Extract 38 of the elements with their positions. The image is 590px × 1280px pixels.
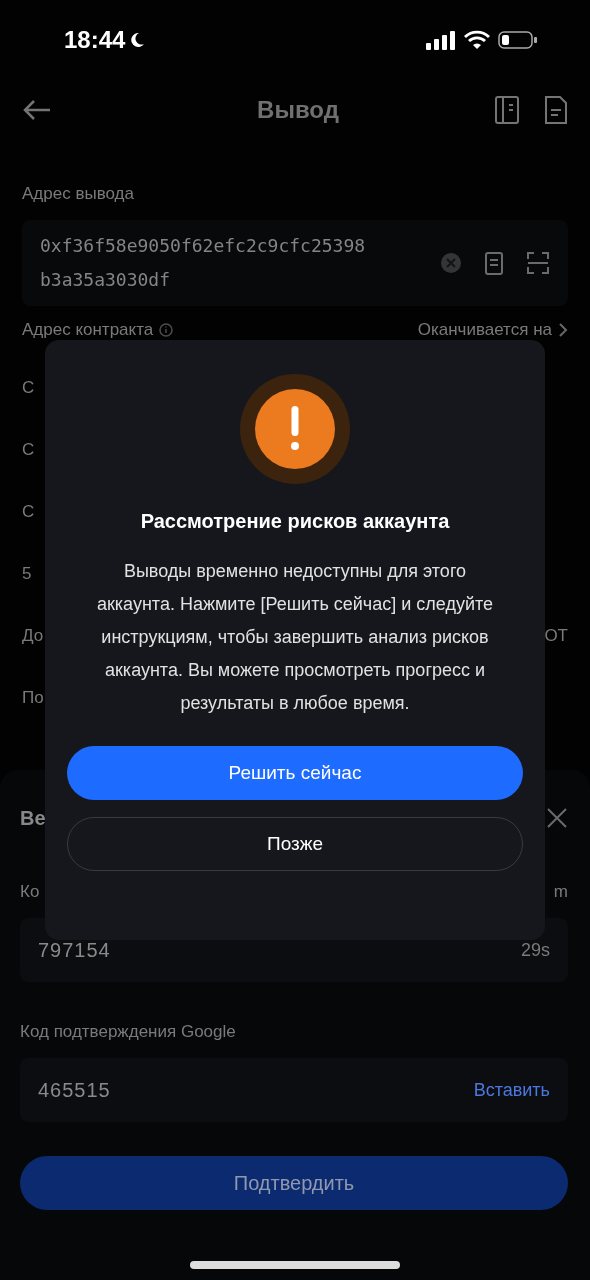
field-label: OT: [544, 626, 568, 646]
contract-label: Адрес контракта: [22, 320, 154, 340]
scan-icon[interactable]: [526, 251, 550, 275]
clipboard-icon[interactable]: [484, 250, 504, 276]
google-code-field[interactable]: 465515 Вставить: [20, 1058, 568, 1122]
warning-icon: [240, 374, 350, 484]
resolve-now-button[interactable]: Решить сейчас: [67, 746, 523, 800]
address-line: 0xf36f58e9050f62efc2c9cfc25398: [40, 234, 367, 258]
confirm-button[interactable]: Подтвердить: [20, 1156, 568, 1210]
field-label: С: [22, 378, 35, 398]
document-icon[interactable]: [544, 95, 568, 125]
chevron-right-icon[interactable]: [558, 322, 568, 338]
field-label: С: [22, 440, 35, 460]
field-label: Ко: [20, 882, 40, 902]
wifi-icon: [464, 30, 490, 50]
ends-with-label: Оканчивается на: [417, 320, 552, 340]
field-label: m: [553, 882, 568, 902]
page-title: Вывод: [256, 96, 340, 124]
field-label: 5: [22, 564, 32, 584]
address-field[interactable]: 0xf36f58e9050f62efc2c9cfc25398 b3a35a3030df: [22, 220, 568, 306]
field-label: До: [22, 626, 44, 646]
paste-link[interactable]: Вставить: [473, 1079, 550, 1101]
dialog-message: Выводы временно недоступны для этого аккаунта. Нажмите [Решить сейчас] и следуйте инструкциям, чтобы завершить анализ рисков аккаунта. Вы можете просмотреть прогресс и результаты в любое время.: [95, 560, 495, 715]
signal-icon: [426, 30, 456, 50]
dialog-title: Рассмотрение рисков аккаунта: [140, 510, 450, 533]
status-time: 18:44: [64, 26, 126, 54]
info-icon[interactable]: [159, 323, 174, 337]
battery-icon: [498, 30, 538, 50]
back-arrow-icon[interactable]: [22, 98, 52, 122]
field-label: Адрес вывода: [22, 184, 135, 204]
book-icon[interactable]: [494, 95, 520, 125]
moon-icon: [129, 32, 146, 48]
close-icon[interactable]: [546, 807, 568, 829]
address-line: b3a35a3030df: [40, 268, 172, 292]
field-label: По: [22, 688, 44, 708]
field-label: Код подтверждения Google: [20, 1022, 236, 1042]
field-label: С: [22, 502, 35, 522]
sheet-title: Ве: [20, 806, 46, 830]
